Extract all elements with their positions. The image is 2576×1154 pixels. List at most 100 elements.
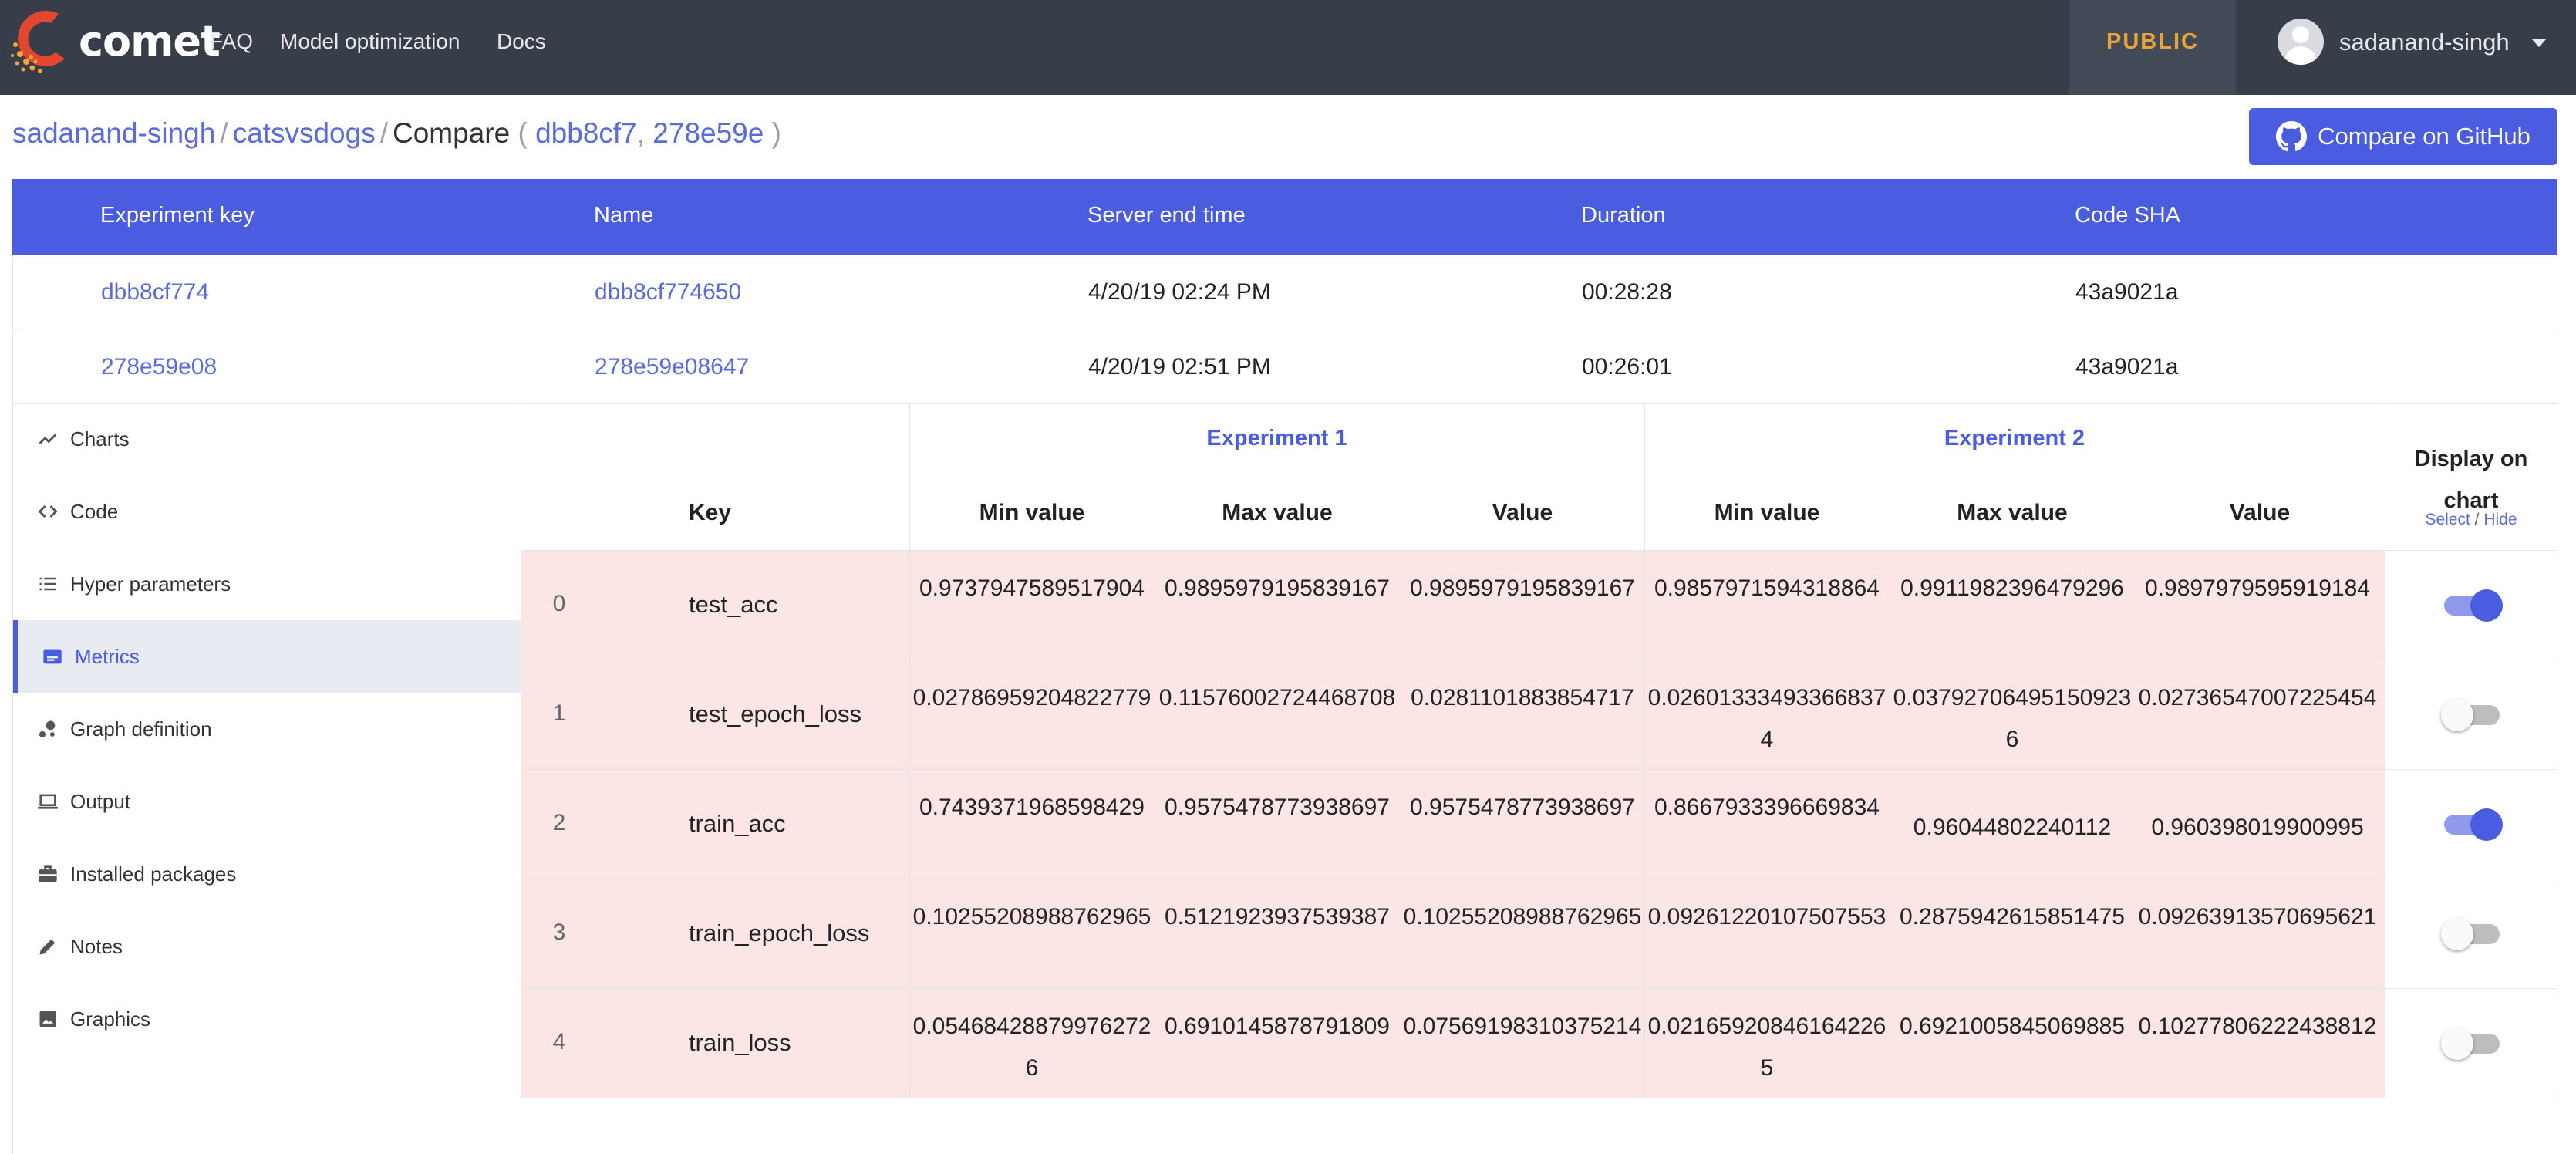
sidebar-item-code[interactable]: Code	[13, 475, 521, 548]
group-header-experiment-1: Experiment 1	[1206, 426, 1347, 450]
experiment-name-link[interactable]: 278e59e08647	[595, 354, 749, 380]
nav-faq[interactable]: FAQ	[210, 29, 253, 54]
e2-value: 0.960398019900995	[2151, 815, 2364, 840]
experiments-table-header: Experiment key Name Server end time Dura…	[12, 179, 2557, 255]
e2-value: 0.10277806222438812	[2138, 1014, 2377, 1039]
sidebar-item-metrics[interactable]: Metrics	[13, 620, 521, 693]
row-index: 0	[552, 591, 566, 616]
nav-docs[interactable]: Docs	[497, 29, 546, 54]
display-toggle[interactable]	[2441, 1027, 2500, 1060]
display-toggle[interactable]	[2444, 589, 2503, 622]
comet-logo[interactable]: comet	[9, 6, 221, 83]
sidebar-item-installed-packages[interactable]: Installed packages	[13, 838, 521, 910]
e1-min-value: 0.054684288799762726	[912, 1014, 1151, 1081]
header-experiment-key[interactable]: Experiment key	[100, 203, 255, 228]
sidebar-item-charts[interactable]: Charts	[13, 403, 521, 475]
breadcrumb-separator: /	[220, 117, 228, 149]
e1-value: 0.0281101883854717	[1411, 685, 1634, 710]
visibility-label: PUBLIC	[2106, 29, 2199, 54]
experiment-name-link[interactable]: dbb8cf774650	[595, 279, 741, 305]
column-header-e1-max[interactable]: Max value	[1155, 500, 1400, 526]
avatar[interactable]	[2278, 19, 2324, 65]
table-row: dbb8cf774 dbb8cf774650 4/20/19 02:24 PM …	[12, 255, 2557, 329]
image-icon	[36, 1007, 59, 1031]
column-divider	[909, 403, 910, 1098]
metrics-icon	[41, 645, 64, 668]
toggle-knob	[2441, 1027, 2473, 1060]
breadcrumb-exp2[interactable]: 278e59e	[652, 117, 764, 149]
e2-max-value: 0.6921005845069885	[1900, 1014, 2125, 1039]
display-toggle[interactable]	[2441, 699, 2500, 731]
column-divider	[1644, 403, 1645, 1098]
line-chart-icon	[36, 427, 59, 450]
sidebar-item-graph-definition[interactable]: Graph definition	[13, 693, 521, 765]
sidebar-item-label: Graph definition	[70, 717, 212, 741]
metrics-table-header: Experiment 1 Experiment 2 Key Min value …	[521, 403, 2557, 551]
row-index: 4	[552, 1029, 566, 1054]
brand-name: comet	[79, 17, 221, 66]
e1-min-value: 0.02786959204822779	[912, 685, 1151, 710]
e2-value: 0.09263913570695621	[2138, 904, 2377, 930]
e2-max-value: 0.96044802240112	[1913, 815, 2112, 840]
visibility-badge[interactable]: PUBLIC	[2069, 0, 2236, 95]
display-toggle[interactable]	[2441, 918, 2500, 950]
chevron-down-icon[interactable]	[2531, 39, 2547, 47]
e2-max-value: 0.037927064951509236	[1893, 685, 2132, 752]
row-index: 3	[552, 919, 566, 945]
column-header-key[interactable]: Key	[689, 500, 731, 526]
e2-min-value: 0.021659208461642265	[1647, 1014, 1886, 1081]
pencil-icon	[36, 935, 59, 958]
e2-value: 0.9897979595919184	[2145, 575, 2370, 601]
header-code-sha[interactable]: Code SHA	[2075, 203, 2180, 228]
breadcrumb-exp1[interactable]: dbb8cf7	[535, 117, 637, 149]
sidebar-item-hyper-parameters[interactable]: Hyper parameters	[13, 548, 521, 620]
e2-min-value: 0.8667933396669834	[1654, 795, 1880, 820]
header-server-end-time[interactable]: Server end time	[1087, 203, 1246, 228]
experiment-key-link[interactable]: 278e59e08	[101, 354, 217, 380]
server-end-time: 4/20/19 02:51 PM	[1088, 354, 1271, 380]
sidebar-item-label: Notes	[70, 934, 123, 958]
experiment-key-link[interactable]: dbb8cf774	[101, 279, 209, 305]
header-duration[interactable]: Duration	[1581, 203, 1666, 228]
table-row: 4 train_loss 0.054684288799762726 0.6910…	[521, 989, 2557, 1098]
toggle-knob	[2441, 699, 2473, 731]
breadcrumb-project[interactable]: catsvsdogs	[233, 117, 376, 149]
avatar-body	[2284, 46, 2317, 65]
briefcase-icon	[36, 862, 59, 886]
e2-value: 0.02736547007225454	[2138, 685, 2377, 710]
column-header-e2-max[interactable]: Max value	[1890, 500, 2135, 526]
column-header-e1-value[interactable]: Value	[1400, 500, 1645, 526]
server-end-time: 4/20/19 02:24 PM	[1088, 279, 1271, 305]
column-header-e1-min[interactable]: Min value	[909, 500, 1155, 526]
group-header-experiment-2: Experiment 2	[1944, 426, 2085, 450]
nav-model-optimization[interactable]: Model optimization	[280, 29, 460, 54]
column-header-e2-value[interactable]: Value	[2135, 500, 2385, 526]
sidebar-item-label: Output	[70, 789, 131, 813]
duration: 00:26:01	[1582, 354, 1672, 380]
e1-min-value: 0.9737947589517904	[919, 575, 1145, 601]
metric-key: test_epoch_loss	[689, 700, 862, 727]
select-hide-links: Select / Hide	[2385, 511, 2557, 529]
user-menu-name[interactable]: sadanand-singh	[2339, 29, 2510, 56]
column-header-e2-min[interactable]: Min value	[1644, 500, 1890, 526]
comet-logo-icon	[11, 10, 65, 73]
e2-min-value: 0.026013334933668374	[1647, 685, 1886, 752]
header-name[interactable]: Name	[594, 203, 653, 228]
toggle-knob	[2441, 918, 2473, 950]
e2-min-value: 0.09261220107507553	[1647, 904, 1886, 930]
sidebar-item-notes[interactable]: Notes	[13, 910, 521, 983]
metric-key: train_epoch_loss	[689, 919, 870, 946]
select-all-link[interactable]: Select	[2425, 511, 2470, 528]
hide-all-link[interactable]: Hide	[2483, 511, 2517, 528]
laptop-icon	[36, 790, 59, 813]
sidebar-item-output[interactable]: Output	[13, 765, 521, 838]
table-row: 2 train_acc 0.7439371968598429 0.9575478…	[521, 770, 2557, 879]
compare-on-github-label: Compare on GitHub	[2318, 123, 2530, 150]
breadcrumb-workspace[interactable]: sadanand-singh	[12, 117, 215, 149]
e2-max-value: 0.9911982396479296	[1900, 575, 2124, 601]
display-on-chart-header: Display on chart	[2414, 447, 2528, 513]
compare-on-github-button[interactable]: Compare on GitHub	[2249, 108, 2557, 165]
sidebar-item-graphics[interactable]: Graphics	[13, 983, 521, 1055]
e1-min-value: 0.10255208988762965	[912, 904, 1151, 930]
display-toggle[interactable]	[2444, 808, 2503, 841]
